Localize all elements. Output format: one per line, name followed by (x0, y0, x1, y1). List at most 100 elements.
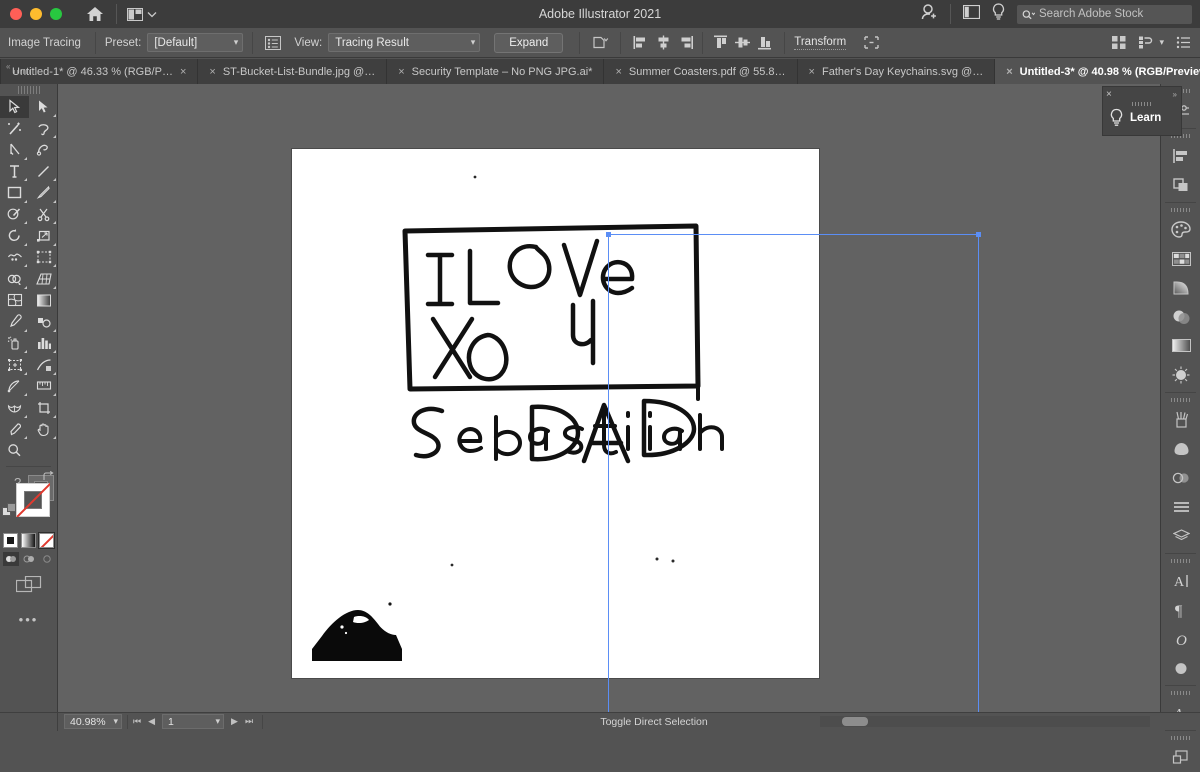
gradient-tool[interactable] (29, 290, 58, 312)
artboard-number-field[interactable]: 1 ▾ (162, 714, 224, 729)
close-icon[interactable]: × (809, 66, 815, 78)
isolate-selection-icon[interactable] (860, 32, 882, 54)
search-input[interactable]: Search Adobe Stock (1017, 5, 1192, 24)
selection-bounding-box[interactable] (608, 234, 979, 712)
eyedropper-tool[interactable] (0, 311, 29, 333)
paragraph-panel-icon[interactable]: ¶ (1161, 595, 1200, 624)
rotate-tool[interactable] (0, 225, 29, 247)
document-tab[interactable]: ×Untitled-3* @ 40.98 % (RGB/Preview) (995, 59, 1200, 84)
appearance-panel-icon[interactable] (1161, 492, 1200, 521)
shape-builder-tool[interactable] (0, 268, 29, 290)
lasso-tool[interactable] (29, 118, 58, 140)
more-tools-button[interactable]: ••• (0, 612, 57, 627)
type-tool[interactable] (0, 161, 29, 183)
shaper-tool[interactable] (0, 204, 29, 226)
column-graph-tool[interactable] (29, 333, 58, 355)
close-icon[interactable]: × (209, 66, 215, 78)
blend-tool[interactable] (29, 311, 58, 333)
curvature-tool[interactable] (29, 139, 58, 161)
minimize-window-button[interactable] (30, 8, 42, 20)
panel-toggle-icon[interactable] (963, 5, 980, 24)
eraser-tool[interactable] (0, 419, 29, 441)
align-left-icon[interactable] (630, 32, 652, 54)
symbols-panel-icon[interactable] (1161, 434, 1200, 463)
dock-grip[interactable] (1171, 398, 1191, 402)
pie-tool[interactable] (0, 376, 29, 398)
learn-panel-body[interactable]: Learn (1103, 108, 1181, 127)
dock-grip[interactable] (1171, 736, 1191, 740)
arrange-objects-icon[interactable] (1134, 32, 1156, 54)
hand-tool[interactable] (29, 419, 58, 441)
perspective-grid-tool[interactable] (29, 268, 58, 290)
puppet-warp-tool[interactable] (0, 397, 29, 419)
close-icon[interactable]: × (1006, 66, 1012, 78)
dock-grip[interactable] (1171, 691, 1191, 695)
draw-normal-button[interactable] (3, 552, 19, 566)
stroke-panel-icon[interactable] (1161, 360, 1200, 389)
more-options-icon[interactable] (1172, 32, 1194, 54)
layers-panel-icon[interactable] (1161, 521, 1200, 550)
character-panel-icon[interactable]: A (1161, 566, 1200, 595)
document-tab[interactable]: ×ST-Bucket-List-Bundle.jpg @… (198, 59, 387, 84)
align-horizontal-center-icon[interactable] (652, 32, 674, 54)
tab-bar-grip[interactable]: « (0, 59, 1, 84)
measure-tool[interactable] (29, 376, 58, 398)
close-icon[interactable]: × (1106, 89, 1112, 100)
expand-button[interactable]: Expand (494, 33, 563, 53)
chevron-down-icon[interactable]: ▾ (1159, 37, 1164, 48)
dock-grip[interactable] (1171, 208, 1191, 212)
scale-tool[interactable] (29, 225, 58, 247)
align-top-icon[interactable] (709, 32, 731, 54)
width-tool[interactable] (0, 247, 29, 269)
close-icon[interactable]: × (615, 66, 621, 78)
next-artboard-icon[interactable]: ▶ (231, 716, 238, 727)
document-tab[interactable]: ×Father's Day Keychains.svg @… (798, 59, 996, 84)
align-vertical-center-icon[interactable] (731, 32, 753, 54)
maximize-window-button[interactable] (50, 8, 62, 20)
first-artboard-icon[interactable]: ⏮ (133, 716, 141, 727)
graphic-styles-panel-icon[interactable] (1161, 463, 1200, 492)
color-panel-icon[interactable] (1161, 215, 1200, 244)
horizontal-scrollbar[interactable] (820, 716, 1150, 727)
distribute-spacing-icon[interactable] (1108, 32, 1130, 54)
brushes-panel-icon[interactable] (1161, 405, 1200, 434)
preset-dropdown[interactable]: [Default] ▾ (147, 33, 243, 52)
mesh-tool[interactable] (0, 290, 29, 312)
gradient-panel-icon[interactable] (1161, 331, 1200, 360)
add-user-icon[interactable] (920, 3, 938, 26)
pathfinder-panel-icon[interactable] (1161, 170, 1200, 199)
zoom-tool[interactable] (0, 440, 29, 462)
artboard-tool[interactable] (0, 354, 29, 376)
transparency-panel-icon[interactable] (1161, 302, 1200, 331)
free-transform-tool[interactable] (29, 247, 58, 269)
artboard[interactable] (292, 149, 819, 678)
scrollbar-thumb[interactable] (842, 717, 868, 726)
glyphs-panel-icon[interactable]: O (1161, 624, 1200, 653)
selection-handle-top-right[interactable] (976, 232, 981, 237)
artboards-panel-icon[interactable] (1161, 743, 1200, 772)
close-icon[interactable]: × (180, 66, 186, 78)
window-controls[interactable] (10, 8, 62, 20)
tools-panel-grip[interactable] (18, 86, 40, 94)
view-dropdown[interactable]: Tracing Result ▾ (328, 33, 480, 52)
learn-panel-grip[interactable] (1132, 102, 1152, 106)
symbol-sprayer-tool[interactable] (0, 333, 29, 355)
slice-tool[interactable] (29, 354, 58, 376)
learn-panel[interactable]: × » Learn (1102, 86, 1182, 136)
close-window-button[interactable] (10, 8, 22, 20)
pen-tool[interactable] (0, 139, 29, 161)
align-bottom-icon[interactable] (753, 32, 775, 54)
color-mode-button[interactable] (3, 533, 18, 548)
gradient-mode-button[interactable] (21, 533, 36, 548)
align-right-icon[interactable] (674, 32, 696, 54)
default-fill-stroke-icon[interactable] (2, 503, 17, 523)
home-icon[interactable] (84, 3, 106, 25)
close-icon[interactable]: × (398, 66, 404, 78)
line-segment-tool[interactable] (29, 161, 58, 183)
change-screen-mode-icon[interactable] (0, 576, 57, 596)
draw-behind-button[interactable] (21, 552, 37, 566)
last-artboard-icon[interactable]: ⏭ (245, 716, 253, 727)
reshape-icon[interactable] (589, 32, 611, 54)
draw-inside-button[interactable] (39, 552, 55, 566)
swatches-panel-icon[interactable] (1161, 244, 1200, 273)
